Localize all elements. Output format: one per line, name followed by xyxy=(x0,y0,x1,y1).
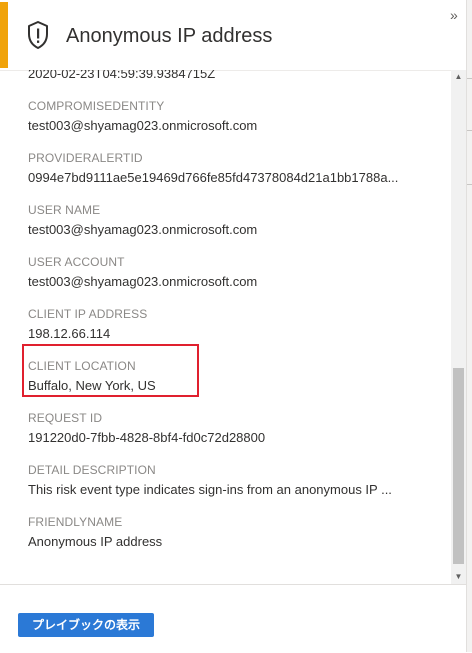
panel-title: Anonymous IP address xyxy=(66,25,273,47)
field-value: This risk event type indicates sign-ins … xyxy=(28,482,392,497)
scrollbar-thumb[interactable] xyxy=(453,368,464,564)
detail-field-friendlyname: FRIENDLYNAME Anonymous IP address xyxy=(28,514,162,550)
detail-field-user-name: USER NAME test003@shyamag023.onmicrosoft… xyxy=(28,202,257,238)
scroll-up-arrow-icon[interactable]: ▲ xyxy=(451,70,466,84)
field-value: 191220d0-7fbb-4828-8bf4-fd0c72d28800 xyxy=(28,430,266,445)
field-label: PROVIDERALERTID xyxy=(28,151,143,165)
field-label: COMPROMISEDENTITY xyxy=(28,99,165,113)
view-playbook-button[interactable]: プレイブックの表示 xyxy=(18,613,154,637)
client-location-highlight-box xyxy=(22,344,199,397)
detail-field-detail-description: DETAIL DESCRIPTION This risk event type … xyxy=(28,462,392,498)
detail-field-provideralertid: PROVIDERALERTID 0994e7bd9111ae5e19469d76… xyxy=(28,150,398,186)
detail-field-compromisedentity: COMPROMISEDENTITY test003@shyamag023.onm… xyxy=(28,98,257,134)
detail-field-timestamp: 2020-02-23T04:59:39.9384715Z xyxy=(28,70,215,82)
scroll-down-arrow-icon[interactable]: ▼ xyxy=(451,570,466,584)
field-value: test003@shyamag023.onmicrosoft.com xyxy=(28,118,258,133)
field-label: USER ACCOUNT xyxy=(28,255,125,269)
field-label: USER NAME xyxy=(28,203,101,217)
field-value: Anonymous IP address xyxy=(28,534,163,549)
field-label: CLIENT IP ADDRESS xyxy=(28,307,148,321)
panel-header: Anonymous IP address » xyxy=(0,0,466,71)
panel-footer: プレイブックの表示 xyxy=(0,584,466,653)
field-label: REQUEST ID xyxy=(28,411,103,425)
detail-field-client-ip-address: CLIENT IP ADDRESS 198.12.66.114 xyxy=(28,306,147,342)
alert-details-panel: Anonymous IP address » 2020-02-23T04:59:… xyxy=(0,0,467,653)
detail-field-user-account: USER ACCOUNT test003@shyamag023.onmicros… xyxy=(28,254,257,290)
field-value: test003@shyamag023.onmicrosoft.com xyxy=(28,274,258,289)
field-value: test003@shyamag023.onmicrosoft.com xyxy=(28,222,258,237)
edge-divider xyxy=(467,184,472,185)
edge-divider xyxy=(467,78,472,79)
background-panel-edge xyxy=(467,0,472,652)
field-value: 198.12.66.114 xyxy=(28,326,111,341)
field-label: DETAIL DESCRIPTION xyxy=(28,463,156,477)
detail-field-request-id: REQUEST ID 191220d0-7fbb-4828-8bf4-fd0c7… xyxy=(28,410,265,446)
shield-alert-icon xyxy=(26,20,50,50)
vertical-scrollbar[interactable]: ▲ ▼ xyxy=(451,70,466,584)
field-label: FRIENDLYNAME xyxy=(28,515,123,529)
field-value: 0994e7bd9111ae5e19469d766fe85fd47378084d… xyxy=(28,170,399,185)
timestamp-value: 2020-02-23T04:59:39.9384715Z xyxy=(28,70,216,81)
edge-divider xyxy=(467,130,472,131)
severity-accent-bar xyxy=(0,2,8,68)
details-scroll-area[interactable]: 2020-02-23T04:59:39.9384715Z COMPROMISED… xyxy=(0,70,466,584)
collapse-panel-icon[interactable]: » xyxy=(450,8,458,22)
